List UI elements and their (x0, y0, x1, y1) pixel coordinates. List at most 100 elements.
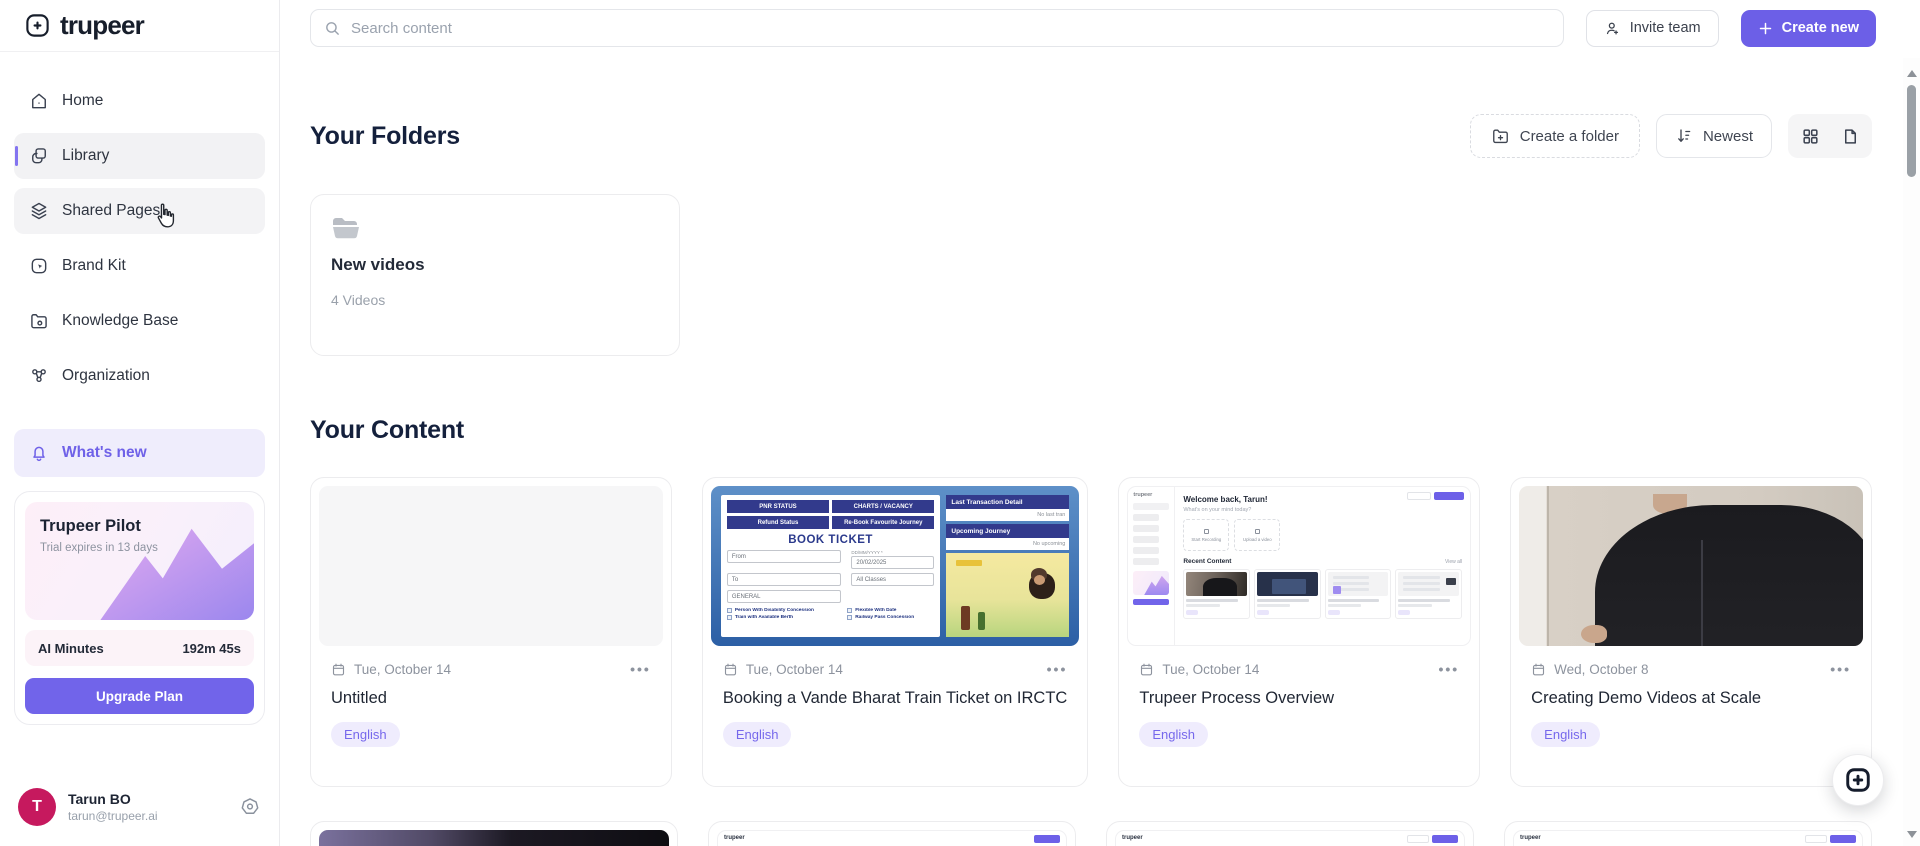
irctc-quota-field: GENERAL (726, 590, 841, 603)
whats-new-button[interactable]: What's new (14, 429, 265, 477)
trial-mountain-graphic (100, 528, 254, 620)
content-cards-row: Tue, October 14 ••• Untitled English PNR… (310, 477, 1872, 787)
card-date: Wed, October 8 (1554, 661, 1649, 677)
mini-trupeer-logo: trupeer (724, 835, 745, 841)
calendar-icon (1139, 662, 1154, 677)
thumbnail-irctc-booking: PNR STATUS CHARTS / VACANCY Refund Statu… (710, 486, 1080, 646)
language-badge: English (1139, 722, 1208, 747)
user-email: tarun@trupeer.ai (68, 809, 158, 823)
card-menu-ellipsis[interactable]: ••• (1438, 661, 1459, 677)
create-new-button[interactable]: Create new (1740, 9, 1876, 47)
folders-actions: Create a folder Newest (1469, 114, 1872, 158)
content-card[interactable]: Tue, October 14 ••• Untitled English (310, 477, 672, 787)
content-card[interactable]: trupeer (1106, 821, 1474, 846)
card-title: Creating Demo Videos at Scale (1531, 689, 1762, 707)
content-heading: Your Content (310, 416, 465, 444)
folder-card-new-videos[interactable]: New videos 4 Videos (310, 194, 680, 356)
sidebar-item-home[interactable]: Home (14, 78, 265, 124)
content-card[interactable]: PNR STATUS CHARTS / VACANCY Refund Statu… (701, 477, 1089, 787)
sort-descending-icon (1675, 127, 1693, 145)
card-title: Trupeer Process Overview (1139, 689, 1335, 707)
thumbnail-presenter-video (1519, 486, 1863, 646)
sidebar-item-brand-kit[interactable]: Brand Kit (14, 243, 265, 289)
content-card[interactable] (310, 821, 678, 846)
folder-count: 4 Videos (331, 292, 386, 308)
library-icon (29, 146, 49, 166)
ai-minutes-label: AI Minutes (38, 640, 104, 656)
calendar-icon (1531, 662, 1546, 677)
irctc-classes-field: All Classes (851, 573, 935, 586)
irctc-check2: Flexible With Date (855, 608, 897, 613)
trial-plan-subtitle: Trial expires in 13 days (40, 542, 158, 554)
upgrade-plan-button[interactable]: Upgrade Plan (25, 678, 254, 714)
sort-newest-button[interactable]: Newest (1655, 114, 1772, 158)
card-title: Booking a Vande Bharat Train Ticket on I… (722, 689, 1068, 707)
mini-action-record: Start Recording (1191, 536, 1222, 542)
search-icon (324, 20, 341, 37)
irctc-ad-banner (946, 553, 1070, 637)
language-badge: English (722, 722, 792, 747)
irctc-upcoming-bar: Upcoming Journey (946, 524, 1070, 538)
sidebar-item-label: Library (62, 147, 110, 164)
card-menu-ellipsis[interactable]: ••• (1047, 661, 1068, 677)
sidebar-item-label: Organization (62, 367, 150, 384)
mini-view-all: View all (1445, 558, 1463, 565)
irctc-date-field: 20/02/2025 (851, 556, 935, 569)
thumbnail-dark-video (319, 830, 669, 846)
thumbnail-trupeer-page: trupeer (1115, 830, 1465, 846)
content-cards-row-2: trupeer trupeer trupeer (310, 821, 1872, 846)
irctc-check4: Railway Pass Concession (855, 615, 915, 620)
content-card[interactable]: trupeer Welcome back, Tarun! What's on y… (1118, 477, 1481, 787)
organization-icon (29, 366, 49, 386)
sidebar-item-library[interactable]: Library (14, 133, 265, 179)
user-profile-row[interactable]: T Tarun BO tarun@trupeer.ai (0, 788, 279, 846)
trial-plan-hero: Trupeer Pilot Trial expires in 13 days (25, 502, 254, 620)
document-view-button[interactable] (1832, 118, 1868, 154)
sidebar-item-knowledge-base[interactable]: Knowledge Base (14, 298, 265, 344)
sidebar: trupeer Home Library Shared Pages Brand … (0, 0, 280, 846)
ai-minutes-row: AI Minutes 192m 45s (25, 630, 254, 666)
content-card[interactable]: trupeer (708, 821, 1076, 846)
thumbnail-blank (319, 486, 663, 646)
brand-kit-icon (29, 256, 49, 276)
sidebar-nav: Home Library Shared Pages Brand Kit Know… (0, 52, 279, 399)
user-identity: Tarun BO tarun@trupeer.ai (68, 791, 158, 823)
card-menu-ellipsis[interactable]: ••• (1830, 661, 1851, 677)
trial-plan-title: Trupeer Pilot (40, 517, 141, 535)
card-menu-ellipsis[interactable]: ••• (630, 661, 651, 677)
sidebar-item-label: Brand Kit (62, 257, 126, 274)
floating-create-button[interactable] (1832, 754, 1884, 806)
card-date: Tue, October 14 (1162, 661, 1260, 677)
settings-gear-icon[interactable] (239, 796, 261, 818)
mini-action-upload: Upload a video (1243, 536, 1272, 542)
irctc-check3: Train with Available Berth (734, 615, 794, 620)
invite-team-label: Invite team (1629, 20, 1701, 36)
folders-section-header: Your Folders Create a folder Newest (310, 114, 1872, 158)
scrollbar-up-arrow[interactable] (1906, 70, 1917, 77)
irctc-no-upcoming: No upcoming (946, 538, 1070, 550)
irctc-check1: Person With Disability Concession (734, 608, 814, 613)
scrollbar-thumb[interactable] (1907, 85, 1916, 177)
search-input[interactable] (351, 19, 1550, 37)
content-card[interactable]: trupeer (1504, 821, 1872, 846)
content-card[interactable]: Wed, October 8 ••• Creating Demo Videos … (1510, 477, 1872, 787)
home-icon (29, 91, 49, 111)
app-root: trupeer Home Library Shared Pages Brand … (0, 0, 1920, 846)
invite-team-button[interactable]: Invite team (1585, 9, 1719, 47)
folder-icon (331, 215, 659, 241)
create-folder-button[interactable]: Create a folder (1469, 114, 1640, 158)
scrollbar-down-arrow[interactable] (1906, 831, 1917, 838)
sidebar-item-organization[interactable]: Organization (14, 353, 265, 399)
trial-plan-card: Trupeer Pilot Trial expires in 13 days A… (14, 491, 265, 725)
search-box[interactable] (310, 9, 1564, 47)
irctc-no-transaction: No last tran (946, 509, 1070, 521)
thumbnail-trupeer-page: trupeer (717, 830, 1067, 846)
grid-view-button[interactable] (1792, 118, 1828, 154)
card-body: Tue, October 14 ••• Untitled English (319, 646, 663, 747)
brand-logo[interactable]: trupeer (0, 0, 279, 52)
user-name: Tarun BO (68, 791, 131, 807)
view-toggle (1788, 114, 1872, 158)
create-new-label: Create new (1781, 20, 1859, 36)
card-title: Untitled (331, 689, 387, 707)
sidebar-item-shared-pages[interactable]: Shared Pages (14, 188, 265, 234)
